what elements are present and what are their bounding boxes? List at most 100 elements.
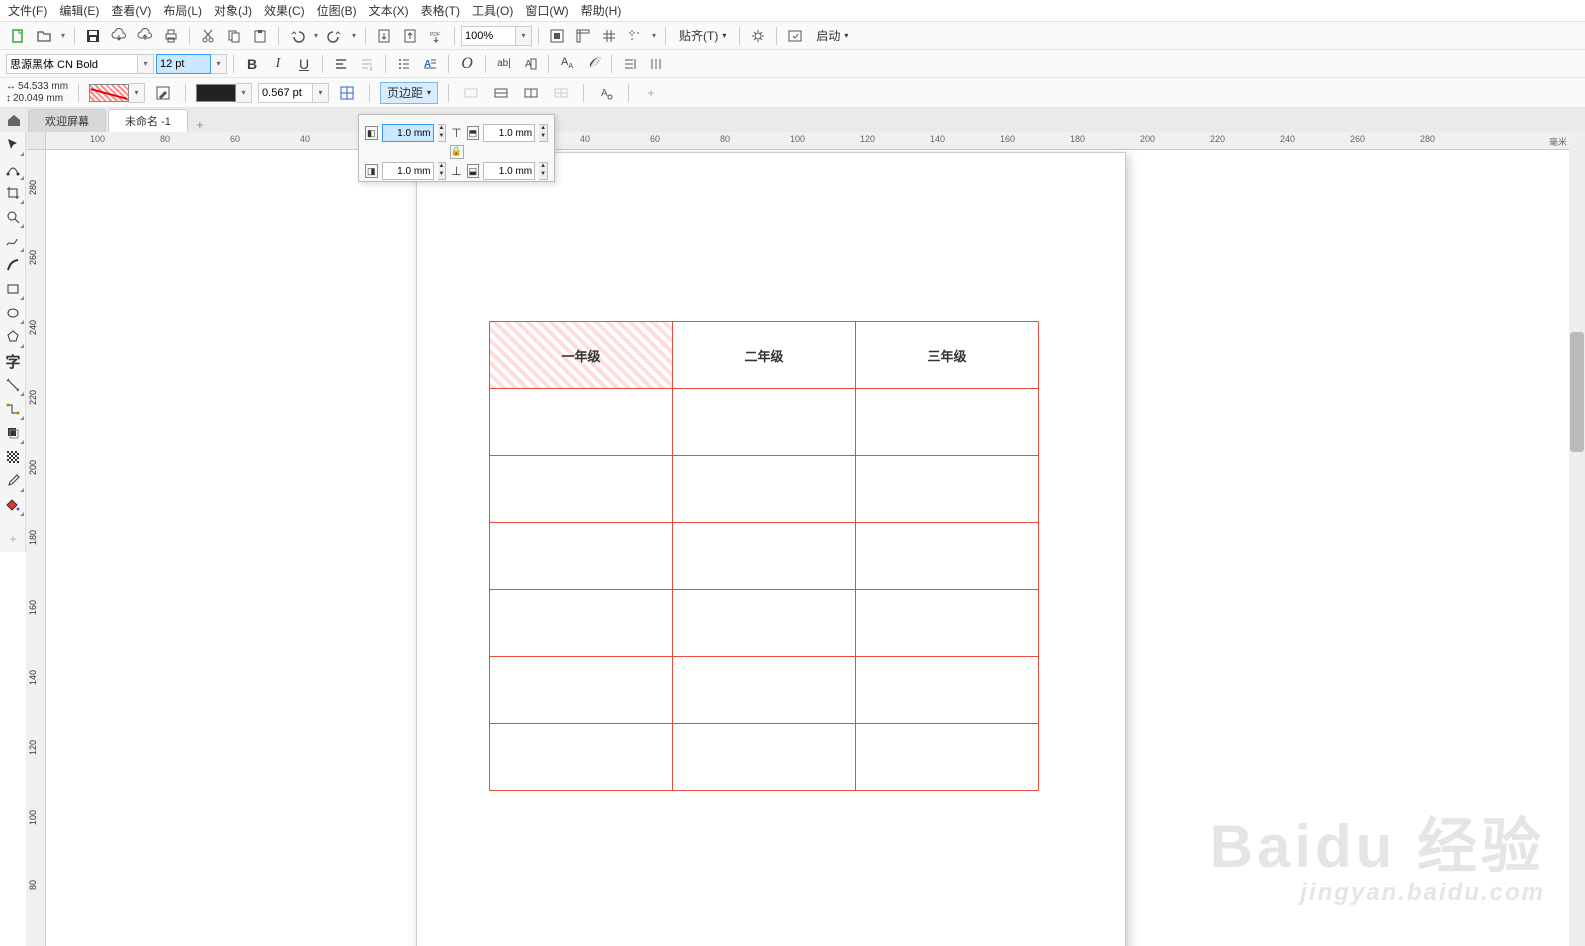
menu-window[interactable]: 窗口(W) bbox=[525, 2, 568, 19]
underline-button[interactable]: U bbox=[292, 53, 316, 75]
show-rulers-button[interactable] bbox=[571, 25, 595, 47]
rectangle-tool[interactable] bbox=[2, 278, 24, 300]
outline-width-input[interactable] bbox=[258, 83, 313, 103]
x-value[interactable]: 54.533 mm bbox=[18, 81, 68, 93]
save-button[interactable] bbox=[81, 25, 105, 47]
bg-swatch-combo[interactable]: ▾ bbox=[89, 83, 145, 103]
bullets-button[interactable] bbox=[392, 53, 416, 75]
canvas[interactable]: 毫米 1008060402002040608010012014016018020… bbox=[26, 132, 1569, 946]
table-cell[interactable] bbox=[856, 657, 1039, 724]
vertical-scrollbar[interactable] bbox=[1569, 132, 1585, 946]
cloud-upload-button[interactable] bbox=[133, 25, 157, 47]
menu-table[interactable]: 表格(T) bbox=[421, 2, 460, 19]
publish-pdf-button[interactable]: PDF bbox=[424, 25, 448, 47]
char-format-button[interactable]: A bbox=[518, 53, 542, 75]
variable-font-button[interactable]: O bbox=[455, 53, 479, 75]
menu-tools[interactable]: 工具(O) bbox=[472, 2, 513, 19]
table-cell[interactable] bbox=[673, 657, 856, 724]
dimension-tool[interactable] bbox=[2, 374, 24, 396]
add-tab-button[interactable]: + bbox=[190, 118, 210, 132]
tab-welcome[interactable]: 欢迎屏幕 bbox=[28, 109, 106, 132]
table-header-cell[interactable]: 二年级 bbox=[673, 322, 856, 389]
margin-left-spinner[interactable]: ▲▼ bbox=[438, 124, 447, 142]
table-cell[interactable] bbox=[856, 456, 1039, 523]
unmerge-button[interactable] bbox=[549, 82, 573, 104]
merge-cells-button[interactable] bbox=[459, 82, 483, 104]
eyedropper-tool[interactable] bbox=[2, 470, 24, 492]
options-button[interactable] bbox=[746, 25, 770, 47]
margin-bottom-spinner[interactable]: ▲▼ bbox=[539, 162, 548, 180]
margin-right-spinner[interactable]: ▲▼ bbox=[438, 162, 447, 180]
font-input[interactable] bbox=[6, 54, 138, 74]
margin-lock-icon[interactable]: 🔒 bbox=[450, 145, 464, 159]
table-cell[interactable] bbox=[856, 389, 1039, 456]
table-cell[interactable] bbox=[490, 657, 673, 724]
show-grid-button[interactable] bbox=[597, 25, 621, 47]
font-combo[interactable]: ▾ bbox=[6, 54, 154, 74]
menu-bitmap[interactable]: 位图(B) bbox=[317, 2, 357, 19]
text-options-button[interactable]: A bbox=[594, 82, 618, 104]
table-header-cell[interactable]: 一年级 bbox=[490, 322, 673, 389]
menu-help[interactable]: 帮助(H) bbox=[581, 2, 622, 19]
show-guidelines-button[interactable] bbox=[623, 25, 647, 47]
table-cell[interactable] bbox=[490, 456, 673, 523]
text-direction-button[interactable] bbox=[618, 53, 642, 75]
zoom-tool[interactable] bbox=[2, 206, 24, 228]
bg-swatch[interactable] bbox=[89, 84, 129, 102]
dropshadow-tool[interactable] bbox=[2, 422, 24, 444]
artistic-media-tool[interactable] bbox=[2, 254, 24, 276]
polygon-tool[interactable] bbox=[2, 326, 24, 348]
fill-tool[interactable] bbox=[2, 494, 24, 516]
table-cell[interactable] bbox=[673, 523, 856, 590]
vertical-text-button[interactable] bbox=[644, 53, 668, 75]
menu-text[interactable]: 文本(X) bbox=[369, 2, 409, 19]
redo-dropdown[interactable]: ▾ bbox=[349, 31, 359, 40]
opentype-button[interactable]: 𝒪 bbox=[581, 53, 605, 75]
bold-button[interactable]: B bbox=[240, 53, 264, 75]
launch-icon[interactable] bbox=[783, 25, 807, 47]
ruler-vertical[interactable]: 28026024022020018016014012010080 bbox=[26, 150, 46, 946]
paragraph-button[interactable] bbox=[355, 53, 379, 75]
margin-top-spinner[interactable]: ▲▼ bbox=[539, 124, 548, 142]
ellipse-tool[interactable] bbox=[2, 302, 24, 324]
table-cell[interactable] bbox=[490, 523, 673, 590]
copy-button[interactable] bbox=[222, 25, 246, 47]
y-value[interactable]: 20.049 mm bbox=[13, 93, 63, 105]
undo-button[interactable] bbox=[285, 25, 309, 47]
table-cell[interactable] bbox=[856, 523, 1039, 590]
edit-text-button[interactable]: ab| bbox=[492, 53, 516, 75]
open-dropdown[interactable]: ▾ bbox=[58, 31, 68, 40]
menu-layout[interactable]: 布局(L) bbox=[163, 2, 202, 19]
cloud-download-button[interactable] bbox=[107, 25, 131, 47]
menu-object[interactable]: 对象(J) bbox=[214, 2, 252, 19]
menu-edit[interactable]: 编辑(E) bbox=[59, 2, 99, 19]
snapto-button[interactable]: 贴齐(T)▾ bbox=[672, 25, 733, 47]
tab-doc1[interactable]: 未命名 -1 bbox=[108, 109, 188, 132]
shape-tool[interactable] bbox=[2, 158, 24, 180]
home-tab-icon[interactable] bbox=[4, 110, 24, 130]
text-tool[interactable]: 字 bbox=[2, 350, 24, 372]
edit-fill-button[interactable] bbox=[151, 82, 175, 104]
table-cell[interactable] bbox=[856, 724, 1039, 791]
table-cell[interactable] bbox=[673, 389, 856, 456]
scrollbar-thumb[interactable] bbox=[1570, 332, 1584, 452]
undo-dropdown[interactable]: ▾ bbox=[311, 31, 321, 40]
outline-width-combo[interactable]: ▾ bbox=[258, 83, 329, 103]
table-cell[interactable] bbox=[673, 456, 856, 523]
import-button[interactable] bbox=[372, 25, 396, 47]
fontsize-input[interactable] bbox=[156, 54, 211, 74]
fg-swatch[interactable] bbox=[196, 84, 236, 102]
margin-left-input[interactable] bbox=[382, 124, 434, 142]
table-cell[interactable] bbox=[490, 590, 673, 657]
transparency-tool[interactable] bbox=[2, 446, 24, 468]
margin-right-input[interactable] bbox=[382, 162, 434, 180]
freehand-tool[interactable] bbox=[2, 230, 24, 252]
menu-effects[interactable]: 效果(C) bbox=[264, 2, 305, 19]
redo-button[interactable] bbox=[323, 25, 347, 47]
add-command-button[interactable]: + bbox=[639, 82, 663, 104]
zoom-combo[interactable]: ▾ bbox=[461, 26, 532, 46]
table-cell[interactable] bbox=[673, 724, 856, 791]
dropcap-button[interactable]: A bbox=[418, 53, 442, 75]
fg-swatch-combo[interactable]: ▾ bbox=[196, 83, 252, 103]
pick-tool[interactable] bbox=[2, 134, 24, 156]
